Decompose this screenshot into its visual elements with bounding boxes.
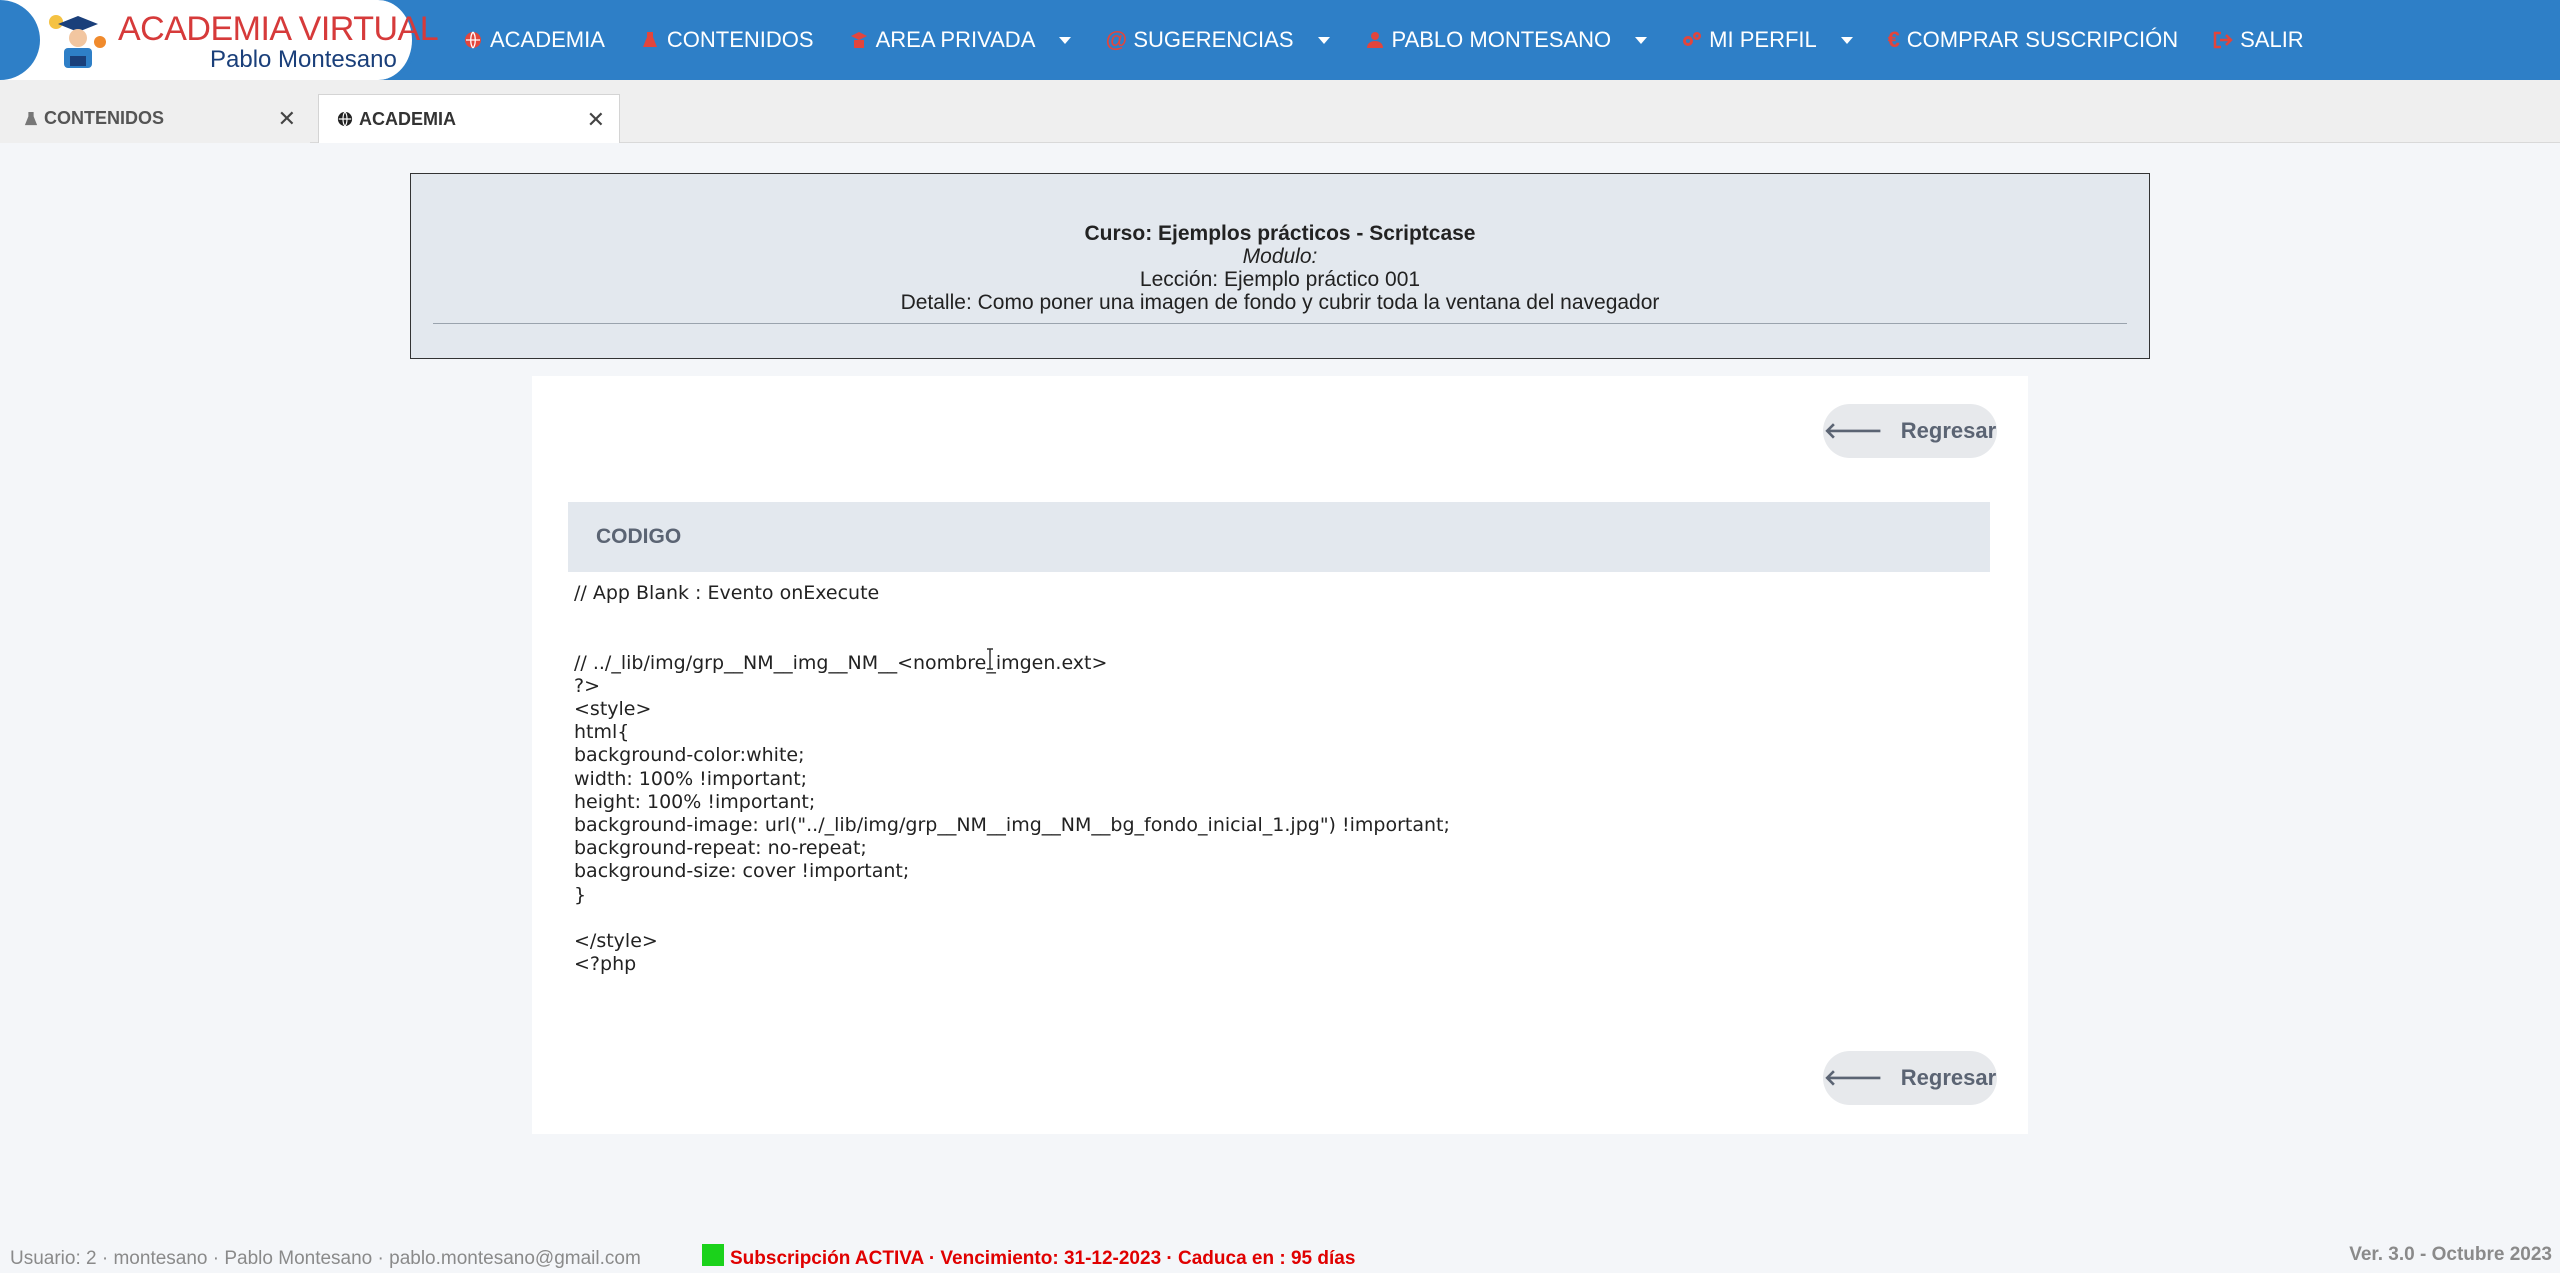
arrow-left-icon: 🡐 (1823, 418, 1883, 443)
brand-subtitle: Pablo Montesano (210, 46, 397, 73)
nav-academia[interactable]: ACADEMIA (462, 27, 605, 53)
tab-academia[interactable]: ACADEMIA ✕ (318, 94, 620, 143)
divider (433, 323, 2127, 324)
graduate-icon (848, 29, 870, 51)
flask-icon (639, 29, 661, 51)
nav-mi-perfil-label: MI PERFIL (1709, 27, 1817, 52)
text-cursor-icon (987, 648, 993, 670)
chevron-down-icon[interactable] (1317, 36, 1330, 44)
brand-title: ACADEMIA VIRTUAL (118, 10, 439, 48)
nav-contenidos-label: CONTENIDOS (666, 27, 814, 52)
globe-icon (462, 29, 484, 51)
nav-contenidos[interactable]: CONTENIDOS (639, 27, 814, 53)
nav-area-privada[interactable]: AREA PRIVADA (848, 27, 1072, 53)
user-info: Usuario: 2 · montesano · Pablo Montesano… (10, 1248, 641, 1269)
chevron-down-icon[interactable] (1635, 36, 1648, 44)
nav-area-privada-label: AREA PRIVADA (875, 27, 1036, 52)
graduate-mascot-icon (49, 15, 106, 68)
status-footer: Usuario: 2 · montesano · Pablo Montesano… (0, 1240, 2560, 1273)
back-button-top[interactable]: 🡐 Regresar (1823, 404, 1997, 458)
tab-contenidos-label: CONTENIDOS (44, 108, 165, 128)
chevron-down-icon[interactable] (1840, 36, 1853, 44)
course-title: Curso: Ejemplos prácticos - Scriptcase (1084, 222, 1476, 245)
content-panel: 🡐 Regresar CODIGO // App Blank : Evento … (532, 376, 2028, 1134)
tab-bar: CONTENIDOS ✕ ACADEMIA ✕ (0, 80, 2560, 143)
status-indicator (702, 1244, 724, 1266)
course-detail: Detalle: Como poner una imagen de fondo … (900, 291, 1660, 314)
nav-mi-perfil[interactable]: MI PERFIL (1681, 27, 1853, 53)
arrow-left-icon: 🡐 (1823, 1065, 1883, 1090)
nav-user-label: PABLO MONTESANO (1391, 27, 1612, 52)
logo-edge (0, 0, 40, 80)
code-card: CODIGO // App Blank : Evento onExecute /… (568, 502, 1990, 1002)
main-nav: ACADEMIA CONTENIDOS AREA PRIVADA @ SUGER… (462, 0, 2338, 80)
nav-academia-label: ACADEMIA (490, 27, 605, 52)
back-button-label: Regresar (1900, 1065, 1997, 1090)
tab-academia-label: ACADEMIA (359, 108, 456, 129)
top-navbar: ACADEMIA VIRTUAL Pablo Montesano ACADEMI… (0, 0, 2560, 80)
nav-comprar-label: COMPRAR SUSCRIPCIÓN (1906, 27, 2179, 52)
brand-logo[interactable]: ACADEMIA VIRTUAL Pablo Montesano (0, 0, 439, 80)
course-info: Curso: Ejemplos prácticos - Scriptcase M… (410, 173, 2150, 359)
close-icon[interactable]: ✕ (278, 106, 296, 132)
version-label: Ver. 3.0 - Octubre 2023 (2349, 1244, 2552, 1265)
flask-icon (24, 111, 38, 127)
tab-contenidos[interactable]: CONTENIDOS ✕ (0, 94, 310, 143)
sign-out-icon (2212, 29, 2234, 51)
code-block[interactable]: // App Blank : Evento onExecute // ../_l… (568, 572, 1990, 986)
at-icon: @ (1105, 27, 1128, 52)
euro-icon: € (1887, 27, 1900, 52)
close-icon[interactable]: ✕ (587, 107, 605, 133)
chevron-down-icon[interactable] (1059, 36, 1072, 44)
nav-sugerencias[interactable]: @ SUGERENCIAS (1105, 27, 1330, 53)
back-button-label: Regresar (1900, 418, 1997, 443)
code-header: CODIGO (568, 502, 1990, 572)
globe-icon (337, 111, 353, 127)
course-module: Modulo: (1242, 245, 1318, 268)
back-button-bottom[interactable]: 🡐 Regresar (1823, 1051, 1997, 1105)
nav-salir-label: SALIR (2240, 27, 2304, 52)
user-icon (1364, 29, 1386, 51)
nav-sugerencias-label: SUGERENCIAS (1133, 27, 1294, 52)
gears-icon (1681, 29, 1703, 51)
nav-comprar-suscripcion[interactable]: € COMPRAR SUSCRIPCIÓN (1887, 27, 2178, 53)
nav-user[interactable]: PABLO MONTESANO (1364, 27, 1648, 53)
course-lesson: Lección: Ejemplo práctico 001 (1139, 268, 1421, 291)
nav-salir[interactable]: SALIR (2212, 27, 2304, 53)
subscription-status: Subscripción ACTIVA · Vencimiento: 31-12… (730, 1248, 1356, 1269)
